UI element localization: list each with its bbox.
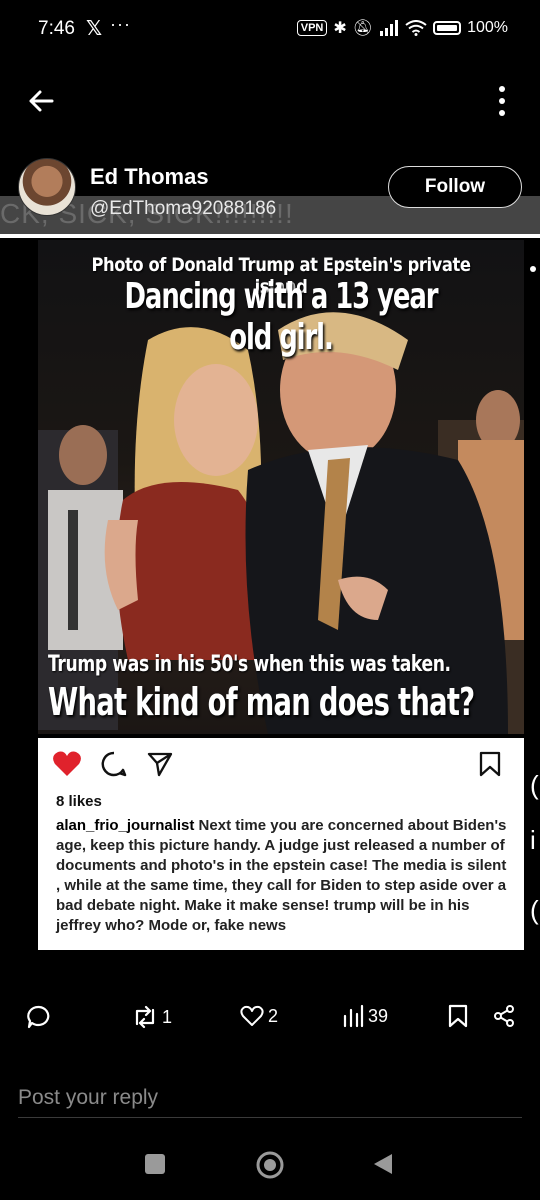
vpn-badge: VPN bbox=[296, 20, 328, 36]
status-overflow: ··· bbox=[110, 14, 131, 34]
battery-icon bbox=[433, 21, 462, 35]
status-indicators: VPN ✱ 🔕︎ 100% bbox=[296, 18, 508, 38]
nav-back-button[interactable] bbox=[372, 1152, 394, 1176]
wifi-icon bbox=[405, 20, 427, 36]
image-caption-line2: What kind of man does that? bbox=[48, 680, 475, 724]
repost-count: 1 bbox=[162, 1006, 173, 1027]
instagram-screenshot: 8 likes alan_frio_journalist Next time y… bbox=[38, 738, 524, 950]
status-bar: 7:46 𝕏 ··· VPN ✱ 🔕︎ 100% bbox=[0, 0, 540, 60]
view-count: 39 bbox=[368, 1005, 389, 1026]
status-time: 7:46 bbox=[38, 18, 75, 39]
heart-filled-icon bbox=[53, 751, 81, 776]
edge-partial-glyph: ( bbox=[530, 895, 539, 925]
bluetooth-icon: ✱ bbox=[333, 20, 347, 37]
share-icon bbox=[494, 1005, 514, 1027]
edge-partial-glyph: i bbox=[530, 825, 536, 855]
reply-button[interactable] bbox=[26, 1004, 52, 1030]
views-button[interactable]: 39 bbox=[342, 1004, 388, 1028]
avatar[interactable] bbox=[18, 158, 76, 216]
bookmark-outline-icon bbox=[448, 1004, 468, 1028]
edge-dot bbox=[530, 266, 536, 272]
bookmark-icon bbox=[479, 751, 501, 777]
more-options-icon[interactable] bbox=[494, 84, 510, 118]
like-count: 2 bbox=[268, 1005, 279, 1026]
reply-icon bbox=[27, 1005, 50, 1029]
reply-input[interactable] bbox=[18, 1078, 522, 1118]
battery-level: 100% bbox=[467, 19, 508, 36]
mute-bell-icon: 🔕︎ bbox=[352, 20, 374, 37]
comment-icon bbox=[101, 751, 127, 777]
instagram-caption: alan_frio_journalist Next time you are c… bbox=[56, 816, 512, 936]
home-button[interactable] bbox=[255, 1150, 285, 1180]
back-arrow-icon[interactable] bbox=[24, 84, 58, 118]
likes-count: 8 likes bbox=[56, 793, 102, 810]
instagram-username: alan_frio_journalist bbox=[56, 817, 195, 834]
author-handle[interactable]: @EdThoma92088186 bbox=[90, 198, 276, 220]
recent-apps-button[interactable] bbox=[145, 1154, 165, 1174]
heart-icon bbox=[240, 1005, 264, 1026]
divider bbox=[0, 234, 540, 238]
send-icon bbox=[147, 752, 173, 777]
edge-partial-glyph: ( bbox=[530, 770, 539, 800]
follow-button[interactable]: Follow bbox=[388, 166, 522, 208]
post-action-bar: 1 2 39 bbox=[0, 1004, 540, 1044]
like-button[interactable]: 2 bbox=[240, 1004, 278, 1028]
image-caption-line1: Trump was in his 50's when this was take… bbox=[48, 652, 451, 677]
repost-icon bbox=[135, 1005, 155, 1029]
repost-button[interactable]: 1 bbox=[132, 1004, 172, 1030]
post-image[interactable]: Photo of Donald Trump at Epstein's priva… bbox=[38, 240, 524, 734]
x-logo-icon: 𝕏 bbox=[86, 18, 103, 40]
author-name[interactable]: Ed Thomas bbox=[90, 164, 209, 190]
analytics-icon bbox=[343, 1004, 364, 1028]
instagram-caption-text: Next time you are concerned about Biden'… bbox=[56, 817, 507, 934]
signal-icon bbox=[380, 20, 399, 36]
share-button[interactable] bbox=[492, 1004, 516, 1028]
bookmark-button[interactable] bbox=[448, 1004, 468, 1028]
image-headline-large: Dancing with a 13 year old girl. bbox=[124, 276, 438, 358]
